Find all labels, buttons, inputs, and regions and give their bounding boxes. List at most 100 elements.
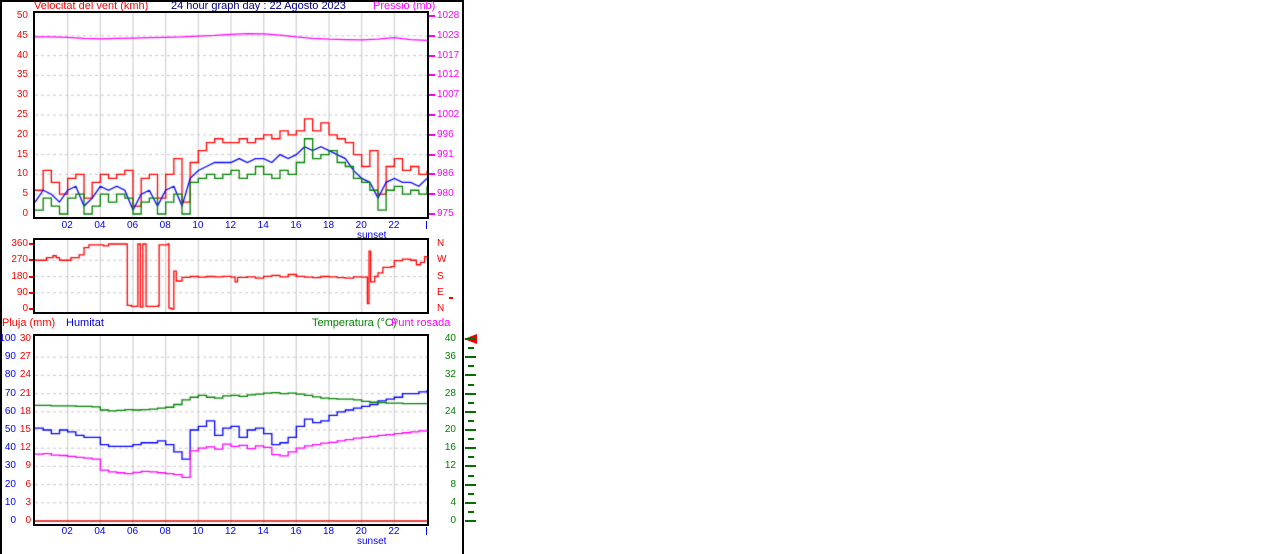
axis-tick-label: 1012 (437, 69, 460, 81)
axis-minor-tick (468, 365, 474, 368)
axis-tick (465, 429, 476, 431)
axis-tick (429, 173, 435, 176)
axis-tick-label: 3 (25, 496, 31, 508)
axis-tick (29, 275, 33, 278)
sunset-label-top: sunset (357, 230, 387, 241)
axis-tick-label: 1028 (437, 10, 460, 21)
axis-tick (465, 501, 476, 504)
axis-tick (465, 465, 476, 468)
axis-tick (465, 520, 476, 522)
axis-tick-label: 90 (4, 351, 16, 363)
sunset-label-bottom: sunset (357, 536, 387, 547)
x-axis-hour-label: 14 (257, 526, 269, 537)
axis-tick-label: 40 (444, 333, 456, 344)
axis-tick-label: 100 (0, 333, 16, 344)
axis-tick-label: 1023 (437, 29, 460, 41)
x-axis-hour-label: 10 (192, 220, 204, 231)
axis-minor-tick (468, 438, 474, 441)
axis-tick-label: W (437, 254, 447, 266)
axis-tick-label: 0 (25, 515, 31, 526)
axis-tick-label: 8 (450, 478, 456, 490)
axis-tick-label: 180 (11, 270, 28, 282)
axis-tick (465, 374, 476, 377)
x-axis-hour-label: 16 (290, 220, 302, 231)
axis-tick-label: 1007 (437, 89, 460, 101)
wind-speed-pressure-plot (35, 13, 427, 217)
axis-minor-tick (468, 456, 474, 459)
axis-tick (429, 193, 435, 196)
axis-tick-label: 50 (16, 10, 28, 21)
axis-tick-label: 975 (437, 208, 454, 219)
axis-tick (429, 213, 435, 215)
axis-tick-label: 12 (444, 460, 456, 472)
axis-minor-tick (468, 347, 474, 350)
axis-tick-label: S (437, 270, 444, 282)
axis-tick-label: 60 (4, 405, 16, 417)
axis-tick-label: 0 (450, 515, 456, 526)
axis-tick-label: 40 (16, 49, 28, 61)
axis-minor-tick (468, 492, 474, 495)
x-axis-hour-label: 20 (355, 526, 367, 537)
axis-tick-label: 90 (16, 286, 28, 298)
x-axis-hour-label: 18 (323, 526, 335, 537)
x-axis-hour-label: 02 (61, 526, 73, 537)
axis-tick-label: 10 (4, 496, 16, 508)
axis-tick (29, 243, 33, 245)
axis-tick-label: 30 (16, 89, 28, 101)
x-axis-hour-label: 22 (388, 220, 400, 231)
axis-tick-label: 6 (25, 478, 31, 490)
axis-tick (429, 114, 435, 116)
axis-tick-label: 360 (11, 238, 28, 249)
axis-tick-label: 0 (22, 208, 28, 219)
axis-tick-label: 15 (19, 424, 31, 435)
x-axis-hour-label: 18 (323, 220, 335, 231)
axis-tick-label: 35 (16, 69, 28, 81)
axis-tick-label: 30 (19, 333, 31, 344)
axis-tick-label: 28 (444, 387, 456, 399)
rain-humidity-temperature-dewpoint-plot (35, 336, 427, 524)
window-border-left (0, 0, 2, 554)
x-axis-hour-label: 12 (225, 526, 237, 537)
axis-tick (429, 54, 435, 57)
axis-tick (465, 483, 476, 486)
axis-tick-label: 45 (16, 29, 28, 41)
axis-tick (429, 133, 435, 136)
day-end-tick-bottom (426, 527, 427, 535)
axis-tick-label: 1002 (437, 109, 460, 120)
axis-tick-label: 20 (444, 424, 456, 435)
axis-tick (465, 356, 476, 359)
axis-tick-label: 21 (19, 387, 31, 399)
axis-tick-label: 9 (25, 460, 31, 472)
axis-tick-label: 996 (437, 128, 454, 140)
x-axis-hour-label: 06 (127, 526, 139, 537)
x-axis-hour-label: 20 (355, 220, 367, 231)
legend-rain: Pluja (mm) (2, 317, 56, 329)
axis-tick-label: 5 (22, 188, 28, 200)
axis-tick-label: E (437, 286, 444, 298)
axis-tick (465, 392, 476, 395)
right-scale-axis-line (462, 0, 464, 554)
x-axis-hour-label: 14 (257, 220, 269, 231)
legend-dew-point: Punt rosada (391, 317, 451, 329)
x-axis-hour-label: 06 (127, 220, 139, 231)
axis-tick (29, 291, 33, 294)
axis-tick-label: 30 (4, 460, 16, 472)
axis-minor-tick (468, 383, 474, 386)
axis-tick-label: 32 (444, 369, 456, 381)
x-axis-hour-label: 16 (290, 526, 302, 537)
axis-tick (429, 94, 435, 97)
axis-tick-label: 18 (19, 405, 31, 417)
x-axis-hour-label: 04 (94, 526, 106, 537)
axis-tick (429, 153, 435, 156)
x-axis-hour-label: 08 (159, 526, 171, 537)
axis-tick-label: 27 (19, 351, 31, 363)
day-end-tick-top (426, 221, 427, 229)
axis-tick-label: 50 (4, 424, 16, 435)
compass-minor-dash (449, 297, 453, 299)
axis-minor-tick (468, 401, 474, 404)
weather-graph-window: Velocitat del vent (kmh) 24 hour graph d… (0, 0, 1280, 554)
axis-tick-label: 0 (22, 303, 28, 314)
x-axis-hour-label: 10 (192, 526, 204, 537)
axis-tick (29, 308, 33, 310)
axis-minor-tick (468, 419, 474, 422)
